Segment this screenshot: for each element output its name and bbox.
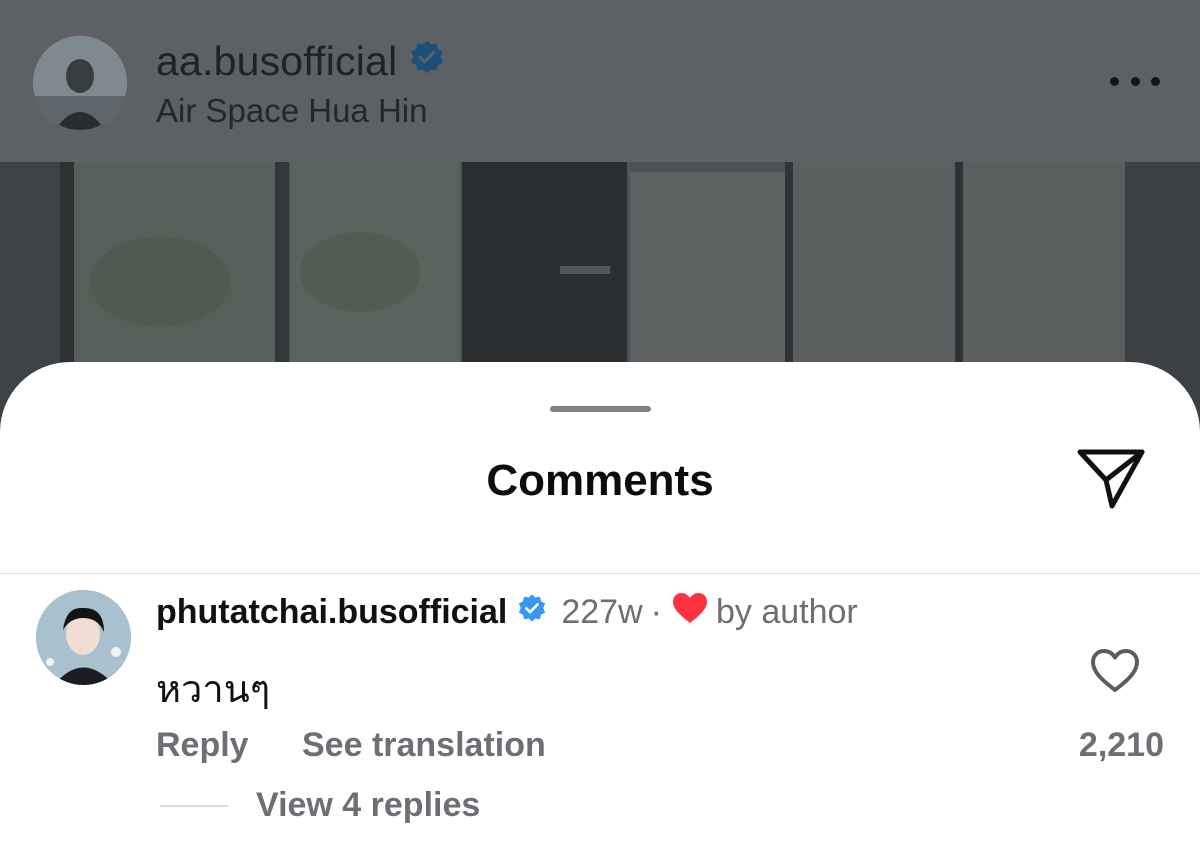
comment-author-avatar[interactable]: [36, 590, 131, 685]
reply-button[interactable]: Reply: [156, 726, 249, 765]
post-username[interactable]: aa.busofficial: [156, 38, 397, 85]
like-count: 2,210: [1078, 726, 1164, 764]
liked-by-author-label: by author: [715, 593, 858, 631]
post-location[interactable]: Air Space Hua Hin: [156, 92, 427, 130]
comment-username[interactable]: phutatchai.busofficial: [156, 593, 507, 632]
comment-text: หวานๆ: [156, 669, 271, 711]
meta-separator: ·: [650, 593, 662, 631]
verified-badge-icon: [409, 38, 445, 85]
share-button[interactable]: [1074, 446, 1148, 512]
sheet-drag-handle[interactable]: [550, 406, 651, 412]
replies-divider-line: [160, 805, 228, 807]
sheet-divider: [0, 573, 1200, 574]
verified-badge-icon: [517, 593, 547, 632]
view-replies-button[interactable]: View 4 replies: [256, 786, 480, 825]
post-header: aa.busofficial Air Space Hua Hin: [0, 0, 1200, 162]
comments-sheet: Comments phutatchai.busofficial 227w · b…: [0, 362, 1200, 865]
post-username-row[interactable]: aa.busofficial: [156, 38, 445, 85]
post-author-avatar[interactable]: [33, 36, 127, 130]
more-options-button[interactable]: [1104, 66, 1166, 96]
heart-filled-icon: [672, 592, 708, 633]
more-horizontal-icon: [1110, 76, 1119, 86]
sheet-title: Comments: [486, 456, 714, 505]
comment-timestamp: 227w: [561, 593, 643, 631]
see-translation-button[interactable]: See translation: [302, 726, 546, 765]
like-button[interactable]: [1090, 648, 1140, 694]
paper-plane-icon: [1077, 449, 1145, 509]
comment-meta: phutatchai.busofficial 227w · by author: [156, 592, 858, 633]
heart-outline-icon: [1091, 649, 1139, 692]
